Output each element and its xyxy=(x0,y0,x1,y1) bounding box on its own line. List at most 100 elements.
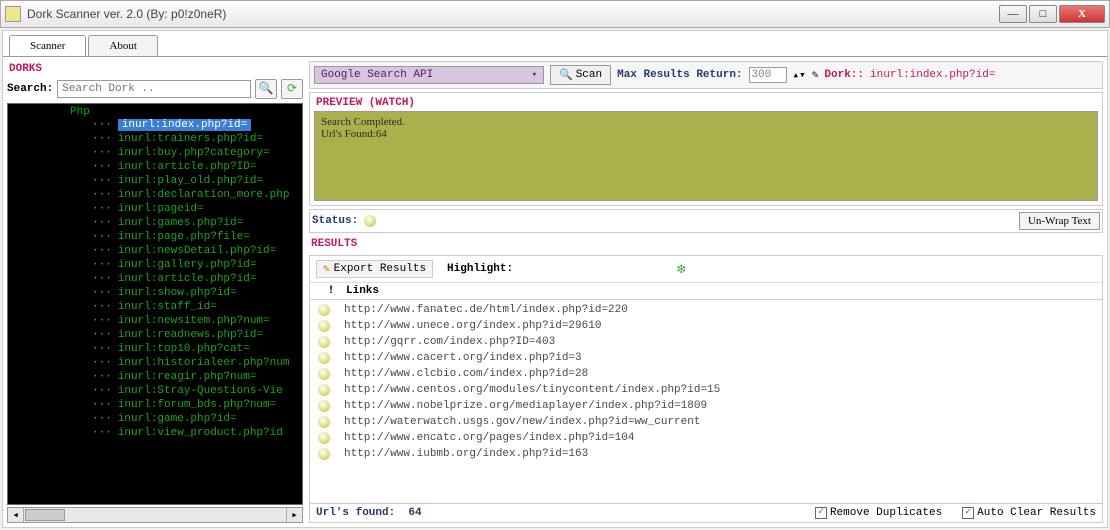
result-url: http://www.iubmb.org/index.php?id=163 xyxy=(344,446,588,462)
tree-item[interactable]: ···inurl:page.php?file= xyxy=(10,230,300,244)
magnifier-icon: 🔍 xyxy=(559,68,573,82)
dork-tree[interactable]: Php ···inurl:index.php?id=···inurl:train… xyxy=(7,103,303,505)
bulb-icon xyxy=(318,416,330,428)
wand-icon: ✎ xyxy=(812,68,819,82)
dropdown-value: Google Search API xyxy=(321,69,433,81)
tree-root[interactable]: Php xyxy=(10,106,300,118)
tree-item[interactable]: ···inurl:game.php?id= xyxy=(10,412,300,426)
bulb-icon xyxy=(318,352,330,364)
result-row[interactable]: http://waterwatch.usgs.gov/new/index.php… xyxy=(310,414,1102,430)
bulb-icon xyxy=(318,368,330,380)
tree-hscrollbar[interactable]: ◂ ▸ xyxy=(7,507,303,523)
search-api-dropdown[interactable]: Google Search API ▾ xyxy=(314,66,544,84)
result-row[interactable]: http://www.cacert.org/index.php?id=3 xyxy=(310,350,1102,366)
bulb-icon xyxy=(318,448,330,460)
result-row[interactable]: http://www.clcbio.com/index.php?id=28 xyxy=(310,366,1102,382)
maximize-button[interactable]: □ xyxy=(1029,5,1057,23)
result-url: http://waterwatch.usgs.gov/new/index.php… xyxy=(344,414,700,430)
preview-header: PREVIEW (WATCH) xyxy=(314,95,1098,111)
scan-button[interactable]: 🔍 Scan xyxy=(550,65,611,85)
bulb-icon xyxy=(318,432,330,444)
result-row[interactable]: http://www.unece.org/index.php?id=29610 xyxy=(310,318,1102,334)
status-bar: Status: Un-Wrap Text xyxy=(309,209,1103,233)
tree-item[interactable]: ···inurl:reagir.php?num= xyxy=(10,370,300,384)
tab-scanner[interactable]: Scanner xyxy=(9,35,86,56)
search-icon[interactable]: 🔍 xyxy=(255,79,277,99)
results-header: RESULTS xyxy=(309,236,1103,252)
tree-item[interactable]: ···inurl:newsDetail.php?id= xyxy=(10,244,300,258)
scroll-right-icon[interactable]: ▸ xyxy=(286,508,302,522)
results-list[interactable]: http://www.fanatec.de/html/index.php?id=… xyxy=(310,300,1102,503)
scroll-thumb[interactable] xyxy=(25,509,65,521)
result-url: http://gqrr.com/index.php?ID=403 xyxy=(344,334,555,350)
urls-found-label: Url's found: xyxy=(316,507,395,519)
tree-item[interactable]: ···inurl:article.php?id= xyxy=(10,272,300,286)
scan-toolbar: Google Search API ▾ 🔍 Scan Max Results R… xyxy=(309,61,1103,89)
tree-item[interactable]: ···inurl:article.php?ID= xyxy=(10,160,300,174)
tree-item[interactable]: ···inurl:buy.php?category= xyxy=(10,146,300,160)
tree-item[interactable]: ···inurl:play_old.php?id= xyxy=(10,174,300,188)
unwrap-button[interactable]: Un-Wrap Text xyxy=(1019,212,1100,230)
tree-item[interactable]: ···inurl:view_product.php?id xyxy=(10,426,300,440)
tree-item[interactable]: ···inurl:trainers.php?id= xyxy=(10,132,300,146)
tree-item[interactable]: ···inurl:readnews.php?id= xyxy=(10,328,300,342)
tree-item[interactable]: ···inurl:newsitem.php?num= xyxy=(10,314,300,328)
window-titlebar: Dork Scanner ver. 2.0 (By: p0!z0neR) — □… xyxy=(0,0,1110,28)
tree-item[interactable]: ···inurl:historialeer.php?num xyxy=(10,356,300,370)
dorks-header: DORKS xyxy=(7,61,303,77)
minimize-button[interactable]: — xyxy=(999,5,1027,23)
result-url: http://www.cacert.org/index.php?id=3 xyxy=(344,350,582,366)
result-row[interactable]: http://www.fanatec.de/html/index.php?id=… xyxy=(310,302,1102,318)
result-url: http://www.encatc.org/pages/index.php?id… xyxy=(344,430,634,446)
max-results-label: Max Results Return: xyxy=(617,69,742,81)
preview-line: Url's Found:64 xyxy=(321,128,1091,140)
export-results-button[interactable]: ✎ Export Results xyxy=(316,260,433,278)
window-title: Dork Scanner ver. 2.0 (By: p0!z0neR) xyxy=(27,7,999,21)
tree-item[interactable]: ···inurl:top10.php?cat= xyxy=(10,342,300,356)
result-row[interactable]: http://www.nobelprize.org/mediaplayer/in… xyxy=(310,398,1102,414)
scroll-left-icon[interactable]: ◂ xyxy=(8,508,24,522)
bulb-icon xyxy=(318,304,330,316)
tree-item[interactable]: ···inurl:Stray-Questions-Vie xyxy=(10,384,300,398)
pencil-icon: ✎ xyxy=(323,262,330,276)
refresh-icon[interactable]: ⟳ xyxy=(281,79,303,99)
search-input[interactable] xyxy=(57,80,251,98)
result-row[interactable]: http://www.encatc.org/pages/index.php?id… xyxy=(310,430,1102,446)
bulb-icon xyxy=(364,215,376,227)
remove-duplicates-checkbox[interactable]: ✓ Remove Duplicates xyxy=(815,507,942,519)
search-label: Search: xyxy=(7,83,53,95)
bulb-icon xyxy=(318,400,330,412)
bulb-icon xyxy=(318,384,330,396)
result-row[interactable]: http://www.centos.org/modules/tinyconten… xyxy=(310,382,1102,398)
urls-found-value: 64 xyxy=(408,507,421,519)
tab-about[interactable]: About xyxy=(88,35,158,56)
result-row[interactable]: http://www.iubmb.org/index.php?id=163 xyxy=(310,446,1102,462)
result-row[interactable]: http://gqrr.com/index.php?ID=403 xyxy=(310,334,1102,350)
tree-item[interactable]: ···inurl:staff_id= xyxy=(10,300,300,314)
checkbox-icon: ✓ xyxy=(962,507,974,519)
tree-item[interactable]: ···inurl:gallery.php?id= xyxy=(10,258,300,272)
result-url: http://www.clcbio.com/index.php?id=28 xyxy=(344,366,588,382)
highlight-icon[interactable]: ❇ xyxy=(677,261,685,278)
tree-item-selected[interactable]: ···inurl:index.php?id= xyxy=(10,118,300,132)
tree-item[interactable]: ···inurl:pageid= xyxy=(10,202,300,216)
checkbox-icon: ✓ xyxy=(815,507,827,519)
export-label: Export Results xyxy=(334,263,426,275)
preview-textarea[interactable]: Search Completed. Url's Found:64 xyxy=(314,111,1098,201)
tree-item[interactable]: ···inurl:games.php?id= xyxy=(10,216,300,230)
tree-item[interactable]: ···inurl:show.php?id= xyxy=(10,286,300,300)
status-label: Status: xyxy=(312,215,358,227)
max-results-input[interactable] xyxy=(749,67,787,83)
tree-item[interactable]: ···inurl:declaration_more.php xyxy=(10,188,300,202)
spinner-icon[interactable]: ▴▾ xyxy=(793,68,806,82)
bulb-icon xyxy=(318,320,330,332)
dork-label: Dork:: xyxy=(824,69,864,81)
column-status[interactable]: ! xyxy=(316,285,346,297)
tree-item[interactable]: ···inurl:forum_bds.php?num= xyxy=(10,398,300,412)
bulb-icon xyxy=(318,336,330,348)
column-links[interactable]: Links xyxy=(346,285,1096,297)
close-button[interactable]: X xyxy=(1059,5,1105,23)
auto-clear-checkbox[interactable]: ✓ Auto Clear Results xyxy=(962,507,1096,519)
app-icon xyxy=(5,6,21,22)
auto-clear-label: Auto Clear Results xyxy=(977,507,1096,519)
